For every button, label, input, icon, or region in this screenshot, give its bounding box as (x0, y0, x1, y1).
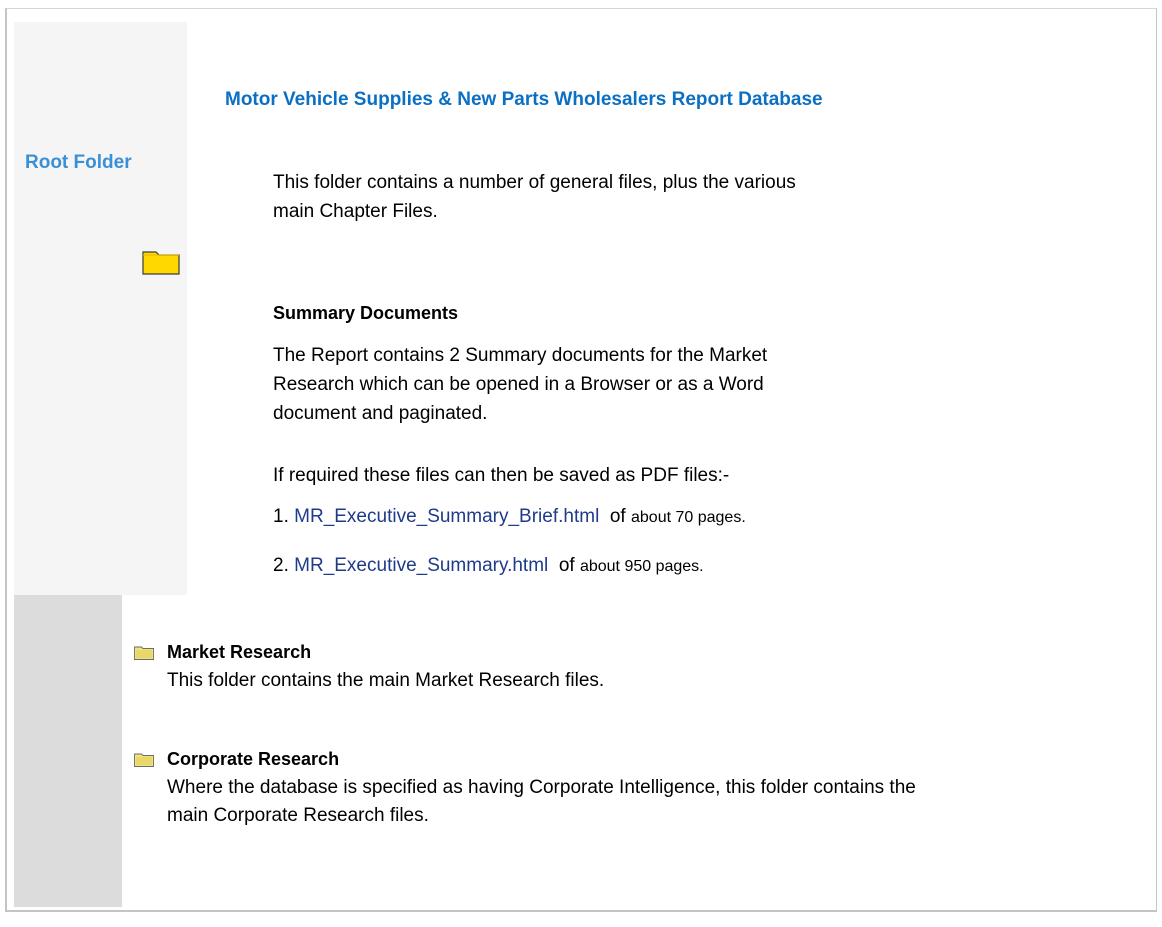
file-link-executive-summary[interactable]: MR_Executive_Summary.html (294, 555, 548, 576)
left-strip (14, 595, 122, 907)
corporate-research-desc: Where the database is specified as havin… (167, 777, 916, 826)
intro-text: This folder contains a number of general… (273, 172, 796, 222)
file-pages: about 950 pages. (579, 558, 704, 575)
market-research-desc: This folder contains the main Market Res… (167, 670, 605, 691)
summary-heading: Summary Documents (273, 303, 459, 323)
market-research-folder-icon[interactable] (134, 645, 154, 660)
left-panel (14, 22, 187, 595)
folder-icon[interactable] (142, 248, 181, 276)
summary-text: The Report contains 2 Summary documents … (273, 345, 768, 424)
pdf-note: If required these files can then be save… (273, 465, 730, 486)
file-number: 1. (273, 506, 289, 527)
file-link-executive-summary-brief[interactable]: MR_Executive_Summary_Brief.html (294, 506, 599, 527)
file-of: of (609, 506, 626, 527)
file-number: 2. (273, 555, 289, 576)
file-item: 1. MR_Executive_Summary_Brief.html of ab… (273, 506, 746, 528)
file-item: 2. MR_Executive_Summary.html of about 95… (273, 555, 704, 577)
corporate-research-folder-icon[interactable] (134, 752, 154, 767)
market-research-title[interactable]: Market Research (167, 642, 311, 663)
corporate-research-title[interactable]: Corporate Research (167, 749, 339, 770)
file-of: of (558, 555, 575, 576)
page-title: Motor Vehicle Supplies & New Parts Whole… (225, 89, 823, 110)
root-folder-label: Root Folder (25, 152, 132, 173)
file-pages: about 70 pages. (631, 509, 746, 526)
